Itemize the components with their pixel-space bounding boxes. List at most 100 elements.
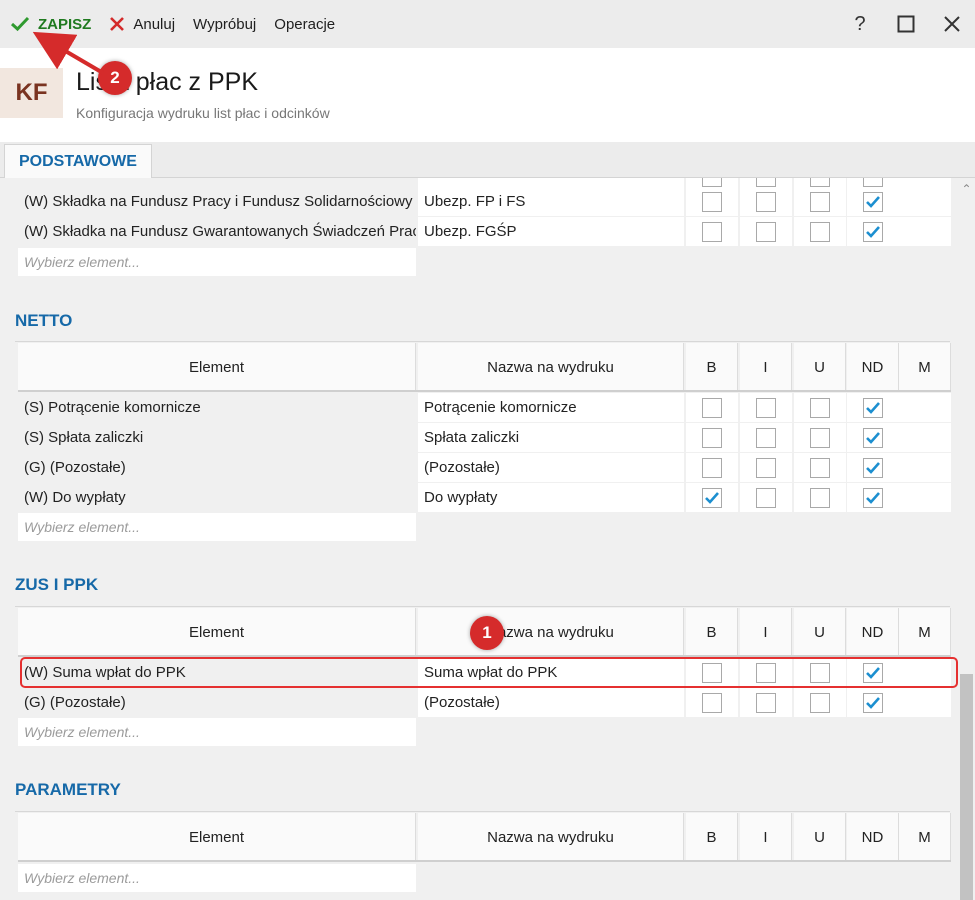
table-row[interactable]: (G) (Pozostałe) (Pozostałe) <box>18 688 951 718</box>
checkbox-cell-i <box>740 453 792 482</box>
checkbox-u[interactable] <box>810 191 830 212</box>
table-row[interactable]: (W) Składka na Fundusz Pracy i Fundusz S… <box>18 187 951 217</box>
print-name-cell[interactable]: Do wypłaty <box>418 483 684 512</box>
print-name-cell[interactable]: Ubezp. FGŚP <box>418 217 684 246</box>
checkbox-cell-u <box>794 453 846 482</box>
column-header-element: Element <box>18 343 416 391</box>
checkbox-i[interactable] <box>756 221 776 242</box>
checkbox-i[interactable] <box>756 427 776 448</box>
section-title-netto: NETTO <box>15 311 73 330</box>
checkbox-i[interactable] <box>756 692 776 713</box>
column-header-m: M <box>899 608 951 656</box>
checkbox-cell-i <box>740 483 792 512</box>
column-header-nd: ND <box>847 813 899 861</box>
close-icon <box>944 16 960 32</box>
table-row[interactable]: (W) Składka na Fundusz Gwarantowanych Św… <box>18 217 951 247</box>
checkbox-u[interactable] <box>810 427 830 448</box>
cancel-label: Anuluj <box>133 15 176 33</box>
checkbox[interactable] <box>702 178 722 187</box>
checkbox-cell-b <box>686 453 738 482</box>
print-name-cell[interactable]: (Pozostałe) <box>418 688 684 717</box>
m-cell <box>899 423 951 452</box>
tab-podstawowe[interactable]: PODSTAWOWE <box>4 144 152 178</box>
table-row[interactable]: (S) Spłata zaliczki Spłata zaliczki <box>18 423 951 453</box>
checkbox-nd[interactable] <box>863 487 883 508</box>
checkbox-u[interactable] <box>810 221 830 242</box>
checkbox-u[interactable] <box>810 487 830 508</box>
checkbox-cell-i <box>740 187 792 216</box>
element-picker-zus[interactable]: Wybierz element... <box>18 718 416 746</box>
maximize-icon <box>897 15 915 33</box>
checkbox-b[interactable] <box>702 221 722 242</box>
checkbox-nd[interactable] <box>863 191 883 212</box>
maximize-button[interactable] <box>883 0 929 48</box>
checkbox-cell-b <box>686 187 738 216</box>
column-header-b: B <box>686 813 738 861</box>
m-cell <box>899 688 951 717</box>
element-picker-netto[interactable]: Wybierz element... <box>18 513 416 541</box>
checkbox-nd[interactable] <box>863 457 883 478</box>
cancel-button[interactable]: Anuluj <box>100 0 184 48</box>
save-label: ZAPISZ <box>38 15 92 33</box>
checkbox-nd[interactable] <box>863 221 883 242</box>
checkbox-u[interactable] <box>810 692 830 713</box>
checkmark-icon <box>866 491 880 504</box>
checkmark-icon <box>866 225 880 238</box>
column-header-u: U <box>794 608 846 656</box>
checkbox-i[interactable] <box>756 397 776 418</box>
print-name-cell[interactable]: Spłata zaliczki <box>418 423 684 452</box>
print-name-cell[interactable]: Potrącenie komornicze <box>418 393 684 422</box>
checkbox[interactable] <box>810 178 830 187</box>
checkbox-b[interactable] <box>702 457 722 478</box>
checkbox-nd[interactable] <box>863 692 883 713</box>
checkbox-u[interactable] <box>810 397 830 418</box>
checkbox-cell-b <box>686 393 738 422</box>
checkbox-cell-nd <box>847 483 899 512</box>
column-header-i: I <box>740 608 792 656</box>
checkmark-icon <box>866 461 880 474</box>
checkbox-i[interactable] <box>756 191 776 212</box>
vertical-scrollbar[interactable]: ⌃ <box>958 178 975 900</box>
element-cell: (W) Składka na Fundusz Gwarantowanych Św… <box>24 223 416 240</box>
m-cell <box>899 187 951 216</box>
element-picker-parametry[interactable]: Wybierz element... <box>18 864 416 892</box>
table-row[interactable]: (G) (Pozostałe) (Pozostałe) <box>18 453 951 483</box>
scroll-up-icon[interactable]: ⌃ <box>958 182 975 196</box>
scroll-thumb[interactable] <box>960 674 973 900</box>
checkbox-i[interactable] <box>756 487 776 508</box>
print-name-cell[interactable]: Ubezp. FP i FS <box>418 187 684 216</box>
checkbox-nd[interactable] <box>863 427 883 448</box>
column-header-element: Element <box>18 813 416 861</box>
m-cell <box>899 483 951 512</box>
element-cell: (W) Do wypłaty <box>24 489 126 506</box>
save-button[interactable]: ZAPISZ <box>0 0 100 48</box>
checkbox-b[interactable] <box>702 692 722 713</box>
column-header-nd: ND <box>847 608 899 656</box>
table-row[interactable]: (W) Do wypłaty Do wypłaty <box>18 483 951 513</box>
checkbox-b[interactable] <box>702 191 722 212</box>
checkbox-u[interactable] <box>810 457 830 478</box>
try-button[interactable]: Wypróbuj <box>184 0 265 48</box>
checkbox-i[interactable] <box>756 457 776 478</box>
operations-button[interactable]: Operacje <box>265 0 344 48</box>
checkbox-cell-nd <box>847 393 899 422</box>
annotation-badge-1: 1 <box>470 616 504 650</box>
element-cell: (S) Potrącenie komornicze <box>24 399 201 416</box>
checkbox-b[interactable] <box>702 397 722 418</box>
close-window-button[interactable] <box>929 0 975 48</box>
checkbox-cell-i <box>740 688 792 717</box>
checkbox-cell-i <box>740 423 792 452</box>
checkbox[interactable] <box>863 178 883 187</box>
table-row[interactable]: (S) Potrącenie komornicze Potrącenie komo… <box>18 393 951 423</box>
checkbox-nd[interactable] <box>863 397 883 418</box>
checkbox-b[interactable] <box>702 427 722 448</box>
checkbox[interactable] <box>756 178 776 187</box>
print-name-cell[interactable]: (Pozostałe) <box>418 453 684 482</box>
section-title-zus: ZUS I PPK <box>15 575 99 594</box>
avatar: KF <box>0 68 63 118</box>
content-area: (W) Składka na Fundusz Pracy i Fundusz S… <box>0 178 960 900</box>
element-picker-top[interactable]: Wybierz element... <box>18 248 416 276</box>
checkbox-b[interactable] <box>702 487 722 508</box>
help-button[interactable]: ? <box>837 0 883 48</box>
checkbox-cell-i <box>740 393 792 422</box>
